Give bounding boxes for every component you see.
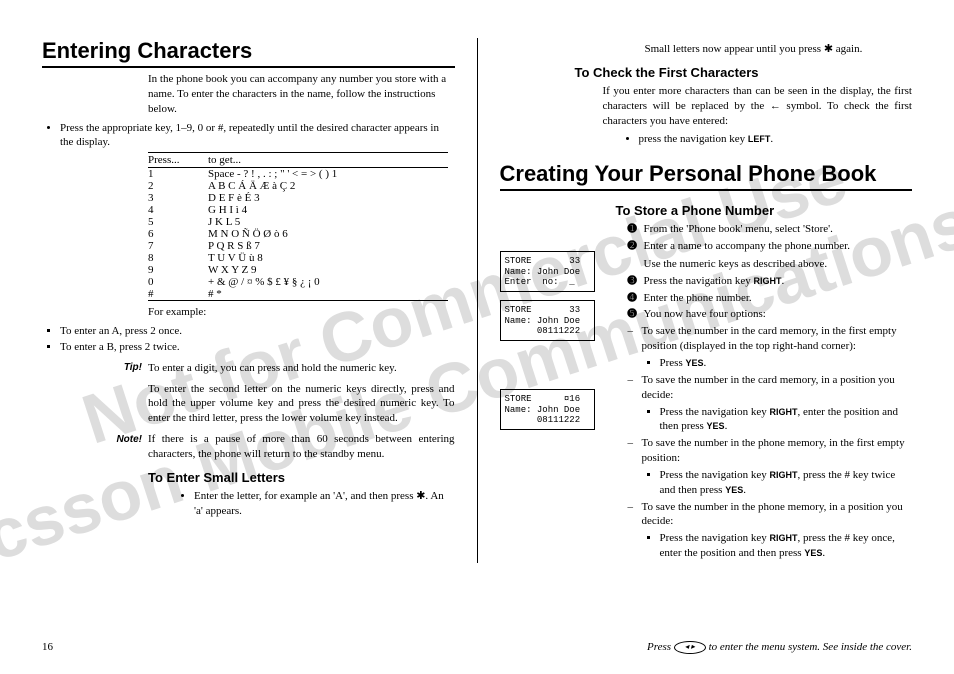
- table-row: 1Space - ? ! , . : ; " ' < = > ( ) 1: [148, 168, 448, 180]
- tip-block: Tip! To enter a digit, you can press and…: [42, 361, 455, 376]
- small-letters-section: To Enter Small Letters Enter the letter,…: [148, 470, 455, 519]
- th-press: Press...: [148, 154, 208, 166]
- option-4-action: Press the navigation key RIGHT, press th…: [660, 531, 913, 561]
- heading-check-chars: To Check the First Characters: [575, 65, 913, 80]
- store-content: To Store a Phone Number ➊From the 'Phone…: [616, 195, 913, 563]
- option-2: To save the number in the card memory, i…: [628, 373, 913, 434]
- note-label: Note!: [42, 432, 142, 447]
- page-footer: 16 Press ◂ ▸ to enter the menu system. S…: [42, 641, 912, 654]
- table-row: 0+ & @ / ¤ % $ £ ¥ § ¿ ¡ 0: [148, 276, 448, 288]
- page-number: 16: [42, 641, 53, 654]
- heading-creating-phonebook: Creating Your Personal Phone Book: [500, 161, 913, 191]
- content-columns: Entering Characters In the phone book yo…: [42, 38, 912, 563]
- table-row: 3D E F è É 3: [148, 192, 448, 204]
- option-3: To save the number in the phone memory, …: [628, 436, 913, 497]
- lcd-screen-3: STORE ¤16 Name: John Doe 08111222: [500, 389, 595, 430]
- heading-entering-characters: Entering Characters: [42, 38, 455, 68]
- tip-label: Tip!: [42, 361, 142, 373]
- heading-small-letters: To Enter Small Letters: [148, 470, 455, 485]
- option-4: To save the number in the phone memory, …: [628, 500, 913, 561]
- check-section: To Check the First Characters If you ent…: [575, 65, 913, 147]
- table-header: Press... to get...: [148, 153, 448, 168]
- table-row: ## *: [148, 288, 448, 300]
- second-letter-para: To enter the second letter on the numeri…: [148, 382, 455, 427]
- intro-bullet: Press the appropriate key, 1–9, 0 or #, …: [60, 121, 455, 151]
- left-column: Entering Characters In the phone book yo…: [42, 38, 477, 563]
- check-bullet: press the navigation key LEFT.: [639, 132, 913, 147]
- store-section: STORE 33 Name: John Doe Enter no: _ STOR…: [500, 195, 913, 563]
- footer-hint: Press ◂ ▸ to enter the menu system. See …: [647, 641, 912, 654]
- example-list: To enter an A, press 2 once. To enter a …: [42, 324, 455, 355]
- char-table: Press... to get... 1Space - ? ! , . : ; …: [148, 152, 448, 301]
- step-4: ➍Enter the phone number.: [628, 291, 913, 306]
- cont-small-letters: Small letters now appear until you press…: [645, 42, 913, 57]
- check-bullet-list: press the navigation key LEFT.: [621, 132, 913, 147]
- th-toget: to get...: [208, 154, 448, 166]
- option-2-action: Press the navigation key RIGHT, enter th…: [660, 405, 913, 435]
- note-body: If there is a pause of more than 60 seco…: [148, 432, 455, 462]
- small-letters-list: Enter the letter, for example an 'A', an…: [176, 489, 455, 519]
- lcd-stack: STORE 33 Name: John Doe Enter no: _ STOR…: [500, 195, 606, 438]
- nav-key-icon: ◂ ▸: [674, 641, 706, 654]
- for-example: For example:: [148, 305, 455, 320]
- intro-bullet-list: Press the appropriate key, 1–9, 0 or #, …: [42, 121, 455, 151]
- example-item: To enter an A, press 2 once.: [60, 324, 455, 339]
- table-row: 5J K L 5: [148, 216, 448, 228]
- options-list: To save the number in the card memory, i…: [628, 324, 913, 561]
- option-1-action: Press YES.: [660, 356, 913, 371]
- step-5: ➎You now have four options:: [628, 307, 913, 322]
- step-3: ➌Press the navigation key RIGHT.: [628, 274, 913, 289]
- lcd-screen-2: STORE 33 Name: John Doe 08111222: [500, 300, 595, 341]
- tip-body: To enter a digit, you can press and hold…: [148, 361, 455, 376]
- note-block: Note! If there is a pause of more than 6…: [42, 432, 455, 462]
- step-2-sub: Use the numeric keys as described above.: [644, 257, 913, 272]
- step-2: ➋Enter a name to accompany the phone num…: [628, 239, 913, 272]
- table-row: 9W X Y Z 9: [148, 264, 448, 276]
- table-row: 4G H I ì 4: [148, 204, 448, 216]
- option-3-action: Press the navigation key RIGHT, press th…: [660, 468, 913, 498]
- lcd-screen-1: STORE 33 Name: John Doe Enter no: _: [500, 251, 595, 292]
- table-row: 2A B C Á Ä Æ à Ç 2: [148, 180, 448, 192]
- right-column: Small letters now appear until you press…: [478, 38, 913, 563]
- step-1: ➊From the 'Phone book' menu, select 'Sto…: [628, 222, 913, 237]
- table-row: 7P Q R S ß 7: [148, 240, 448, 252]
- heading-store-number: To Store a Phone Number: [616, 203, 913, 218]
- table-row: 8T U V Ü ù 8: [148, 252, 448, 264]
- small-letters-item: Enter the letter, for example an 'A', an…: [194, 489, 455, 519]
- option-1: To save the number in the card memory, i…: [628, 324, 913, 371]
- check-body: If you enter more characters than can be…: [603, 84, 913, 129]
- example-item: To enter a B, press 2 twice.: [60, 340, 455, 355]
- store-steps: ➊From the 'Phone book' menu, select 'Sto…: [628, 222, 913, 322]
- table-row: 6M N O Ñ Ö Ø ò 6: [148, 228, 448, 240]
- intro-text: In the phone book you can accompany any …: [148, 72, 455, 117]
